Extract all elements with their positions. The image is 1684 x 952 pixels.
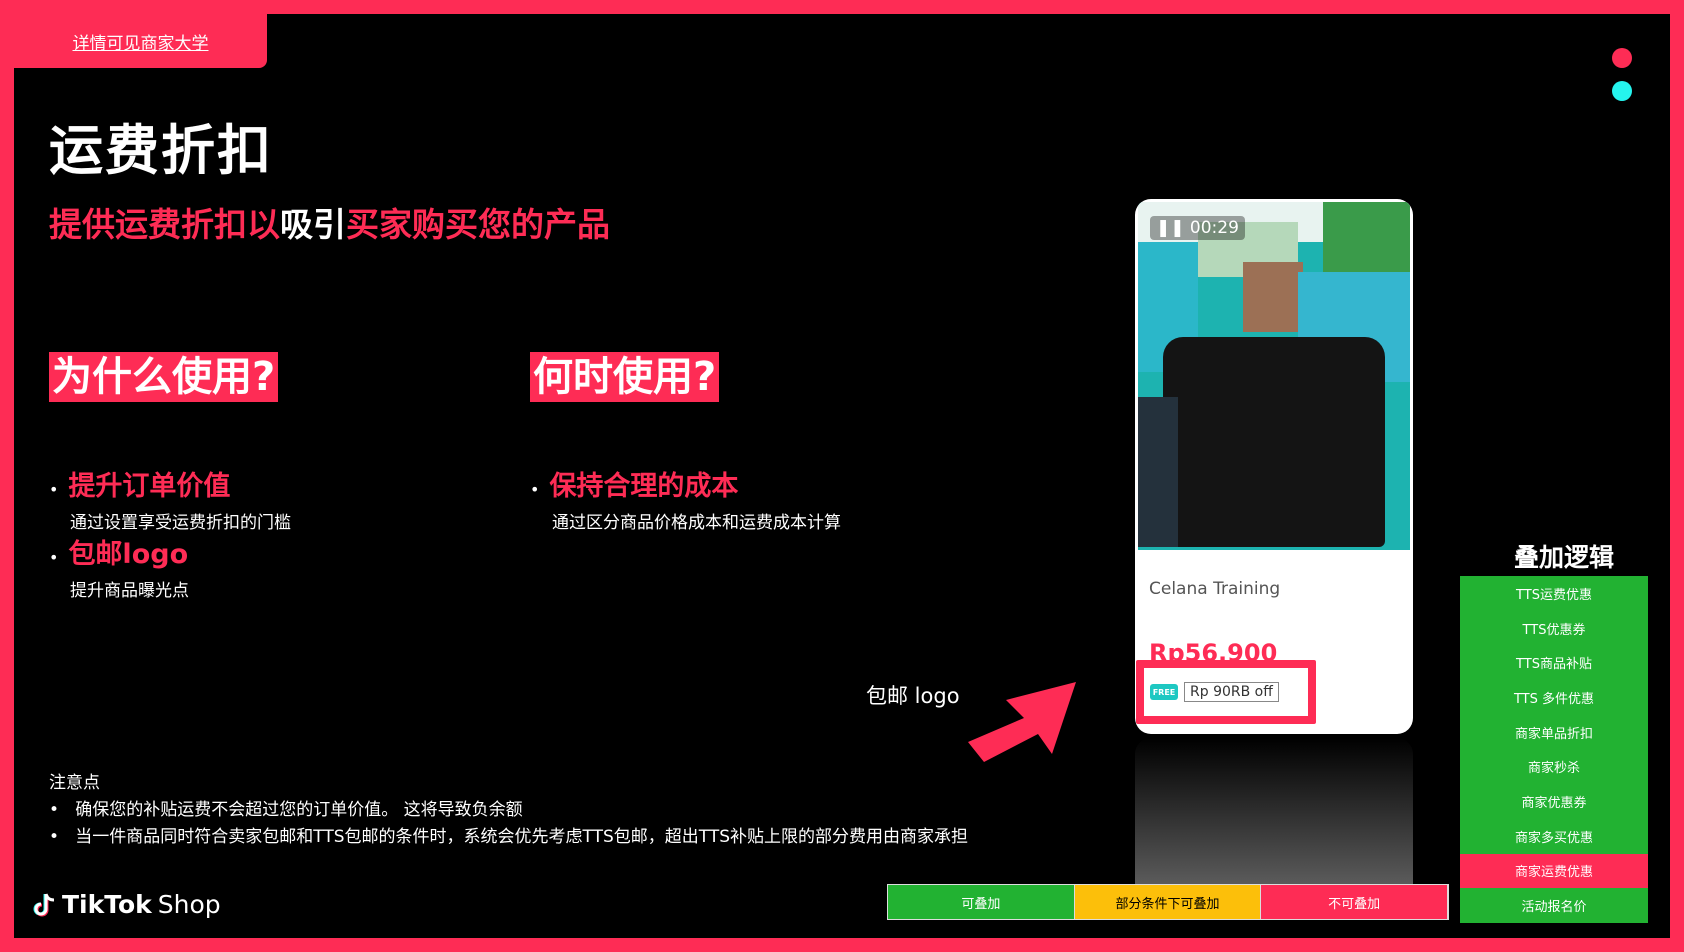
pointer-arrow-icon xyxy=(968,682,1076,762)
legend-item: 商家秒杀 xyxy=(1460,749,1648,785)
decor-dot-red xyxy=(1612,48,1632,68)
note-line-1: • 确保您的补贴运费不会超过您的订单价值。 这将导致负余额 xyxy=(49,800,523,820)
stack-bar-cell: 不可叠加 xyxy=(1261,885,1449,919)
product-video[interactable]: ❚❚ 00:29 xyxy=(1138,202,1410,550)
slide: 详情可见商家大学 运费折扣 提供运费折扣以吸引买家购买您的产品 为什么使用? •… xyxy=(14,14,1670,938)
when-item-1-head: 保持合理的成本 xyxy=(549,471,739,502)
legend-item: 商家多买优惠 xyxy=(1460,818,1648,854)
why-item-1: • 提升订单价值 xyxy=(49,471,231,502)
legend-item: 商家单品折扣 xyxy=(1460,714,1648,750)
when-item-1-desc: 通过区分商品价格成本和运费成本计算 xyxy=(552,513,841,533)
legend-title: 叠加逻辑 xyxy=(1514,543,1615,572)
free-shipping-icon: FREE xyxy=(1150,684,1178,700)
why-item-2-head: 包邮logo xyxy=(68,539,189,570)
when-item-1: • 保持合理的成本 xyxy=(530,471,739,502)
stack-bar-cell: 可叠加 xyxy=(888,885,1075,919)
why-item-1-desc: 通过设置享受运费折扣的门槛 xyxy=(70,513,291,533)
free-shipping-badge: FREE Rp 90RB off xyxy=(1136,660,1316,724)
decor-dot-cyan xyxy=(1612,81,1632,101)
university-link-tab[interactable]: 详情可见商家大学 xyxy=(14,14,267,68)
when-heading: 何时使用? xyxy=(530,352,720,402)
subtitle-part2: 吸引 xyxy=(280,205,346,244)
subtitle-part3: 买家购买您的产品 xyxy=(346,205,610,244)
legend-item: TTS优惠券 xyxy=(1460,610,1648,646)
stack-legend-bar: 可叠加 部分条件下可叠加 不可叠加 xyxy=(887,884,1449,920)
video-timer: ❚❚ 00:29 xyxy=(1150,216,1245,240)
notes: 注意点 • 确保您的补贴运费不会超过您的订单价值。 这将导致负余额 • 当一件商… xyxy=(49,770,968,851)
page-subtitle: 提供运费折扣以吸引买家购买您的产品 xyxy=(49,198,610,246)
phone-mockup: ❚❚ 00:29 Celana Training Rp56.900 xyxy=(1135,199,1413,734)
legend-item: 商家优惠券 xyxy=(1460,784,1648,819)
subtitle-part1: 提供运费折扣以 xyxy=(49,205,280,244)
legend-item: TTS运费优惠 xyxy=(1460,576,1648,611)
university-link[interactable]: 详情可见商家大学 xyxy=(73,29,209,54)
legend-list: TTS运费优惠 TTS优惠券 TTS商品补贴 TTS 多件优惠 商家单品折扣 商家秒杀 商家… xyxy=(1460,576,1648,923)
product-title: Celana Training xyxy=(1149,579,1281,599)
legend-item: 活动报名价 xyxy=(1460,888,1648,923)
why-heading: 为什么使用? xyxy=(49,352,279,402)
phone-reflection xyxy=(1135,738,1413,888)
legend-item: 商家运费优惠 xyxy=(1460,853,1648,889)
legend-item: TTS 多件优惠 xyxy=(1460,680,1648,715)
legend-item: TTS商品补贴 xyxy=(1460,645,1648,681)
why-item-2: • 包邮logo xyxy=(49,539,189,570)
stack-bar-cell: 部分条件下可叠加 xyxy=(1074,885,1262,919)
brand-suffix: Shop xyxy=(157,890,221,919)
notes-title: 注意点 xyxy=(49,773,100,793)
arrow-label: 包邮 logo xyxy=(866,684,960,708)
tiktok-note-icon xyxy=(33,893,55,916)
why-item-2-desc: 提升商品曝光点 xyxy=(70,581,189,601)
discount-tag: Rp 90RB off xyxy=(1184,682,1279,702)
why-item-1-head: 提升订单价值 xyxy=(68,471,231,502)
tiktok-shop-logo: TikTok Shop xyxy=(32,890,221,919)
page-title: 运费折扣 xyxy=(49,119,273,182)
brand-name: TikTok xyxy=(62,890,152,919)
note-line-2: • 当一件商品同时符合卖家包邮和TTS包邮的条件时，系统会优先考虑TTS包邮，超… xyxy=(49,827,969,847)
